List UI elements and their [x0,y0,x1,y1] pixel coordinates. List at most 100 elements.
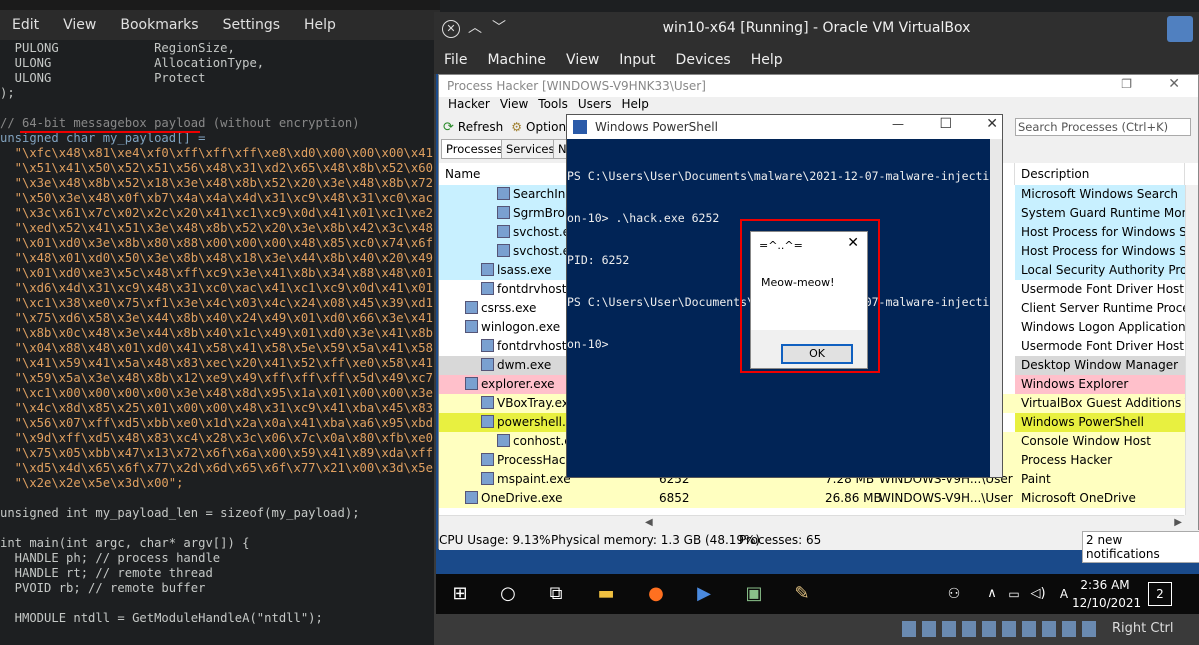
vm-menu-help[interactable]: Help [741,52,793,68]
ph-statusbar: CPU Usage: 9.13% Physical memory: 1.3 GB… [439,530,1199,563]
process-description-cell: System Guard Runtime Mon [1015,204,1185,223]
msgbox-titlebar: =^..^= ✕ [751,232,867,258]
ph-menu-hacker[interactable]: Hacker [443,97,495,115]
message-box: =^..^= ✕ Meow-meow! OK [750,231,868,369]
code-line: HANDLE rt; // remote thread [0,566,213,580]
process-icon [481,472,494,485]
menu-view[interactable]: View [51,17,108,33]
code-line: "\xd5\x4d\x65\x6f\x77\x2d\x6d\x65\x6f\x7… [0,461,440,475]
minimize-icon[interactable]: — [892,117,904,131]
process-name: ProcessHack [497,453,573,467]
process-description-cell: Client Server Runtime Proce [1015,299,1185,318]
notification-center-icon[interactable]: 2 [1148,582,1172,606]
firefox-icon[interactable]: ● [644,582,668,606]
process-name: VBoxTray.exe [497,396,576,410]
vm-titlebar: ✕ ︿ ﹀ win10-x64 [Running] - Oracle VM Vi… [434,12,1199,46]
file-explorer-icon[interactable]: ▬ [594,582,618,606]
process-description-cell: Paint [1015,470,1185,489]
process-description: Client Server Runtime Proce [1021,301,1185,315]
clock[interactable]: 2:36 AM 12/10/2021 [1072,576,1141,612]
code-line: "\xfc\x48\x81\xe4\xf0\xff\xff\xff\xe8\xd… [0,146,440,160]
vm-menu-file[interactable]: File [434,52,477,68]
vm-menu-machine[interactable]: Machine [477,52,556,68]
menu-bookmarks[interactable]: Bookmarks [108,17,210,33]
ph-menu-view[interactable]: View [495,97,533,115]
code-line: unsigned int my_payload_len = sizeof(my_… [0,506,360,520]
process-description: Paint [1021,472,1051,486]
volume-icon[interactable]: ◁) [1026,582,1050,606]
options-button[interactable]: Option [526,120,566,134]
close-icon[interactable]: ✕ [986,116,998,132]
column-header-description[interactable]: Description [1015,163,1185,185]
notifications-badge[interactable]: 2 new notifications [1082,531,1199,563]
vm-menu-view[interactable]: View [556,52,609,68]
close-icon[interactable]: ✕ [847,235,859,251]
code-line: "\x3e\x48\x8b\x52\x18\x3e\x48\x8b\x52\x2… [0,176,440,190]
process-description-cell: Usermode Font Driver Host [1015,280,1185,299]
code-line: unsigned char my_payload[] = [0,131,206,145]
task-view-icon[interactable]: ⧉ [544,582,568,606]
search-input[interactable]: Search Processes (Ctrl+K) [1015,118,1191,136]
process-icon [497,187,510,200]
process-description-cell: Windows Explorer [1015,375,1185,394]
ps-scrollbar[interactable] [990,139,1002,477]
status-icons [902,621,1098,637]
clock-time: 2:36 AM [1080,578,1130,592]
process-name: csrss.exe [481,301,537,315]
windows-start-icon[interactable]: ⊞ [448,582,472,606]
code-line: "\xed\x52\x41\x51\x3e\x48\x8b\x52\x20\x3… [0,221,440,235]
menu-settings[interactable]: Settings [211,17,292,33]
scroll-right-icon[interactable]: ▶ [1174,517,1182,528]
process-name: SearchInd [513,187,573,201]
process-hacker-taskbar-icon[interactable]: ▣ [742,582,766,606]
horizontal-scrollbar[interactable]: ◀ ▶ [439,515,1184,530]
ok-button[interactable]: OK [781,344,853,364]
code-line: "\x50\x3e\x48\x0f\xb7\x4a\x4a\x4d\x31\xc… [0,191,440,205]
tab-processes[interactable]: Processes [441,139,508,159]
vm-menubar: File Machine View Input Devices Help [434,46,1199,74]
process-description-cell: Process Hacker [1015,451,1185,470]
ph-menu-users[interactable]: Users [573,97,617,115]
people-icon[interactable]: ⚇ [942,582,966,606]
maximize-icon[interactable]: ☐ [939,116,952,132]
powershell-taskbar-icon[interactable]: ▶ [692,582,716,606]
ph-menu-tools[interactable]: Tools [533,97,573,115]
menu-edit[interactable]: Edit [0,17,51,33]
payload-underline [20,131,200,133]
virtualbox-window: ✕ ︿ ﹀ win10-x64 [Running] - Oracle VM Vi… [434,12,1199,645]
code-line: "\x8b\x0c\x48\x3e\x44\x8b\x40\x1c\x49\x0… [0,326,440,340]
process-description: Desktop Window Manager [1021,358,1179,372]
process-name-cell: OneDrive.exe [439,489,639,508]
menu-help[interactable]: Help [292,17,348,33]
vm-menu-devices[interactable]: Devices [666,52,741,68]
ph-menu-help[interactable]: Help [616,97,653,115]
search-icon[interactable]: ○ [496,582,520,606]
close-icon[interactable]: ✕ [1168,76,1180,92]
process-name: dwm.exe [497,358,552,372]
network-icon[interactable]: ▭ [1002,582,1026,606]
chevron-up-icon[interactable]: ∧ [980,582,1004,606]
tab-services[interactable]: Services [501,139,560,159]
code-line: "\x41\x59\x41\x5a\x48\x83\xec\x20\x41\x5… [0,356,440,370]
process-name: mspaint.exe [497,472,571,486]
vm-menu-input[interactable]: Input [609,52,665,68]
process-description-cell: Windows PowerShell [1015,413,1185,432]
code-line: int main(int argc, char* argv[]) { [0,536,250,550]
restore-icon[interactable]: ❐ [1121,77,1132,91]
process-name: lsass.exe [497,263,552,277]
process-description-cell: Usermode Font Driver Host [1015,337,1185,356]
powershell-window: Windows PowerShell — ☐ ✕ PS C:\Users\Use… [566,114,1003,478]
scroll-left-icon[interactable]: ◀ [645,517,653,528]
vertical-scrollbar[interactable] [1185,185,1198,515]
process-description-cell: Console Window Host [1015,432,1185,451]
refresh-button[interactable]: Refresh [458,120,503,134]
process-description-cell: Local Security Authority Pro [1015,261,1185,280]
cpu-usage: CPU Usage: 9.13% [439,533,551,547]
paint-taskbar-icon[interactable]: ✎ [790,582,814,606]
ps-title-text: Windows PowerShell [595,120,718,134]
process-description-cell: Host Process for Windows S [1015,242,1185,261]
table-row[interactable]: OneDrive.exe 6852 26.86 MB WINDOWS-V9H...\U… [439,489,1198,508]
